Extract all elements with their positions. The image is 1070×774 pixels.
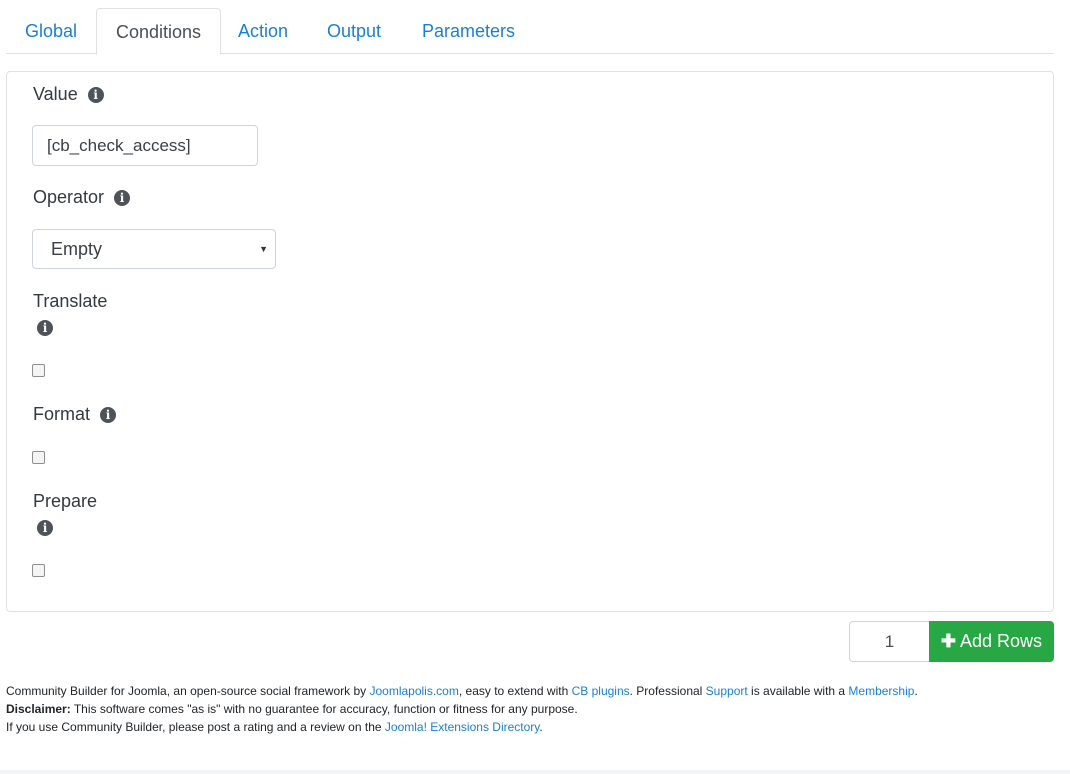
format-label-row: Format i [33, 404, 117, 425]
disclaimer-text: This software comes "as is" with no guar… [70, 702, 578, 716]
info-icon[interactable]: i [37, 320, 53, 336]
extensions-directory-link[interactable]: Joomla! Extensions Directory [385, 720, 540, 734]
translate-checkbox[interactable] [32, 364, 45, 377]
operator-selected-value: Empty [51, 239, 103, 259]
add-rows-button[interactable]: ✚ Add Rows [929, 621, 1054, 662]
format-checkbox[interactable] [32, 451, 45, 464]
footer-text: , easy to extend with [458, 684, 572, 698]
support-link[interactable]: Support [706, 684, 748, 698]
plus-icon: ✚ [940, 631, 957, 651]
footer-text: Community Builder for Joomla, an open-so… [6, 684, 370, 698]
footer-text: If you use Community Builder, please pos… [6, 720, 385, 734]
caret-down-icon: ▼ [259, 244, 268, 254]
footer-line-3: If you use Community Builder, please pos… [6, 718, 1066, 736]
value-label: Value [33, 84, 78, 104]
disclaimer-label: Disclaimer: [6, 702, 71, 716]
operator-label-row: Operator i [33, 187, 131, 208]
prepare-label-row: Prepare [33, 491, 97, 512]
tab-global[interactable]: Global [6, 8, 96, 54]
page-bottom-divider [0, 770, 1070, 774]
translate-label-row: Translate [33, 291, 107, 312]
info-icon[interactable]: i [37, 520, 53, 536]
cb-plugins-link[interactable]: CB plugins [572, 684, 630, 698]
translate-label: Translate [33, 291, 108, 311]
info-icon[interactable]: i [87, 86, 104, 103]
tab-action[interactable]: Action [219, 8, 307, 54]
tab-bar: Global Conditions Action Output Paramete… [6, 8, 1054, 55]
footer-text: . Professional [629, 684, 706, 698]
membership-link[interactable]: Membership [848, 684, 914, 698]
format-label: Format [33, 404, 91, 424]
operator-label: Operator [33, 187, 105, 207]
footer-text: is available with a [747, 684, 849, 698]
prepare-checkbox[interactable] [32, 564, 45, 577]
value-input[interactable]: [cb_check_access] [32, 125, 258, 166]
info-icon[interactable]: i [114, 189, 131, 206]
add-rows-label: Add Rows [960, 631, 1043, 651]
conditions-panel: Value i [cb_check_access] Operator i Emp… [6, 71, 1054, 612]
joomlapolis-link[interactable]: Joomlapolis.com [369, 684, 458, 698]
footer-line-1: Community Builder for Joomla, an open-so… [6, 682, 1066, 700]
tab-conditions[interactable]: Conditions [96, 8, 222, 55]
operator-select[interactable]: Empty ▼ [32, 229, 276, 269]
footer: Community Builder for Joomla, an open-so… [6, 682, 1066, 736]
footer-text: . [539, 720, 543, 734]
value-label-row: Value i [33, 84, 104, 105]
tab-parameters[interactable]: Parameters [403, 8, 534, 54]
info-icon[interactable]: i [100, 406, 117, 423]
prepare-label: Prepare [33, 491, 98, 511]
footer-line-2: Disclaimer: This software comes "as is" … [6, 700, 1066, 718]
tab-output[interactable]: Output [308, 8, 400, 54]
footer-text: . [914, 684, 918, 698]
rows-quantity-input[interactable]: 1 [849, 621, 930, 662]
